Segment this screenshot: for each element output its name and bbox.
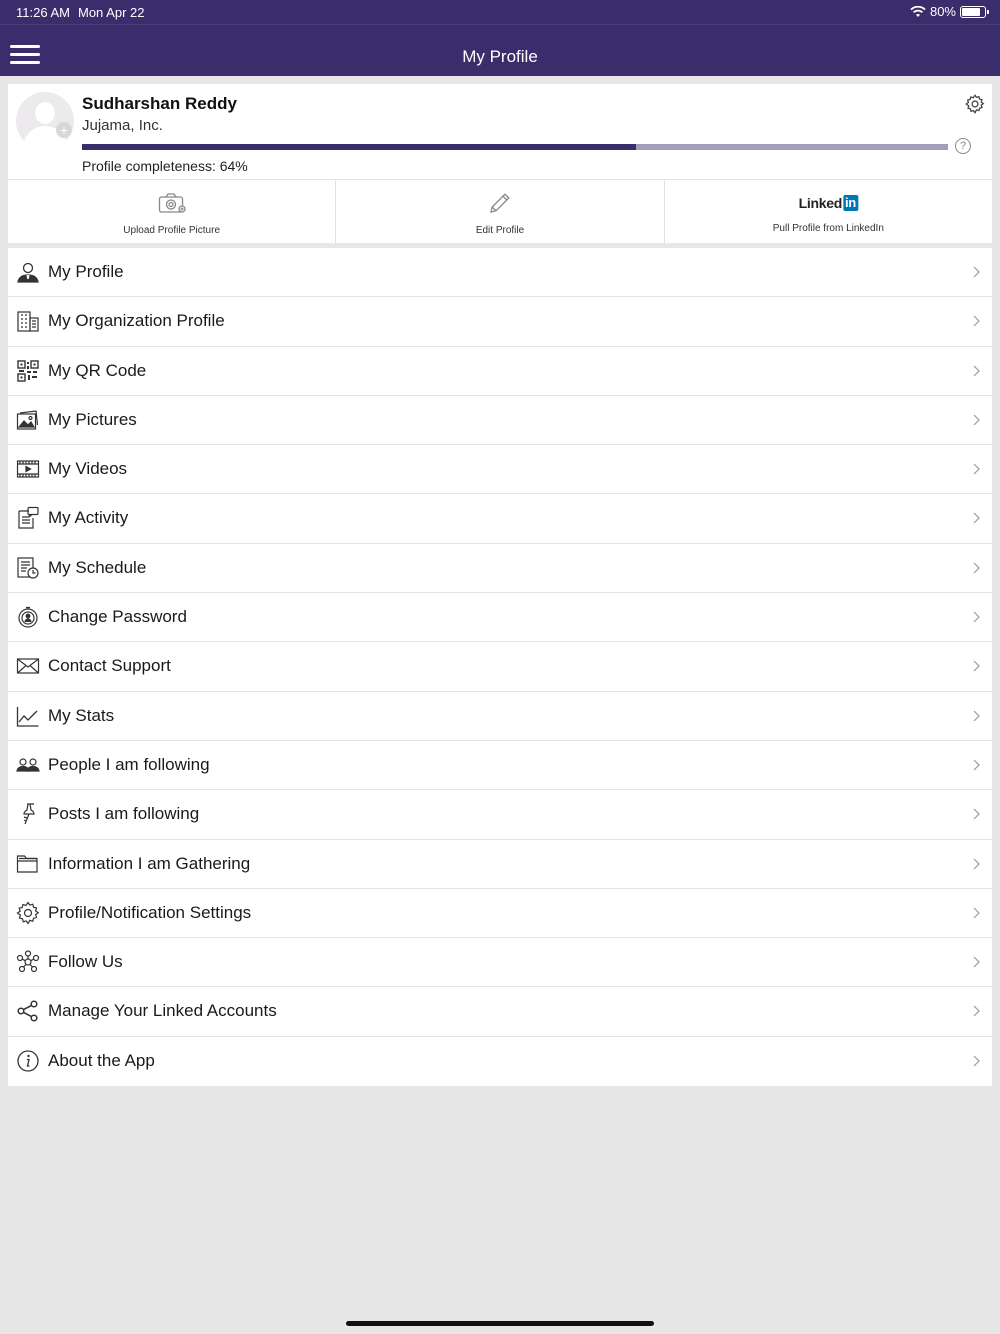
pin-icon <box>16 802 40 826</box>
menu-item-follow-us[interactable]: Follow Us <box>8 938 992 988</box>
folder-icon <box>16 852 40 876</box>
chevron-right-icon <box>973 808 980 820</box>
menu-item-my-stats[interactable]: My Stats <box>8 692 992 741</box>
chevron-right-icon <box>973 858 980 869</box>
upload-profile-picture-button[interactable]: Upload Profile Picture <box>8 180 337 243</box>
chevron-right-icon <box>973 1006 980 1017</box>
chevron-right-icon <box>973 611 980 623</box>
stats-icon <box>16 704 40 728</box>
nav-bar: My Profile <box>0 24 1000 76</box>
chevron-right-icon <box>973 956 980 968</box>
profile-menu-list: My Profile My Organization Profile My QR… <box>8 248 992 1087</box>
status-right: 80% <box>910 4 989 19</box>
share-icon <box>16 999 40 1023</box>
pencil-icon <box>488 190 512 216</box>
menu-item-change-password[interactable]: Change Password <box>8 593 992 643</box>
pictures-icon <box>16 408 40 432</box>
profile-progress-bar <box>82 144 948 150</box>
edit-profile-button[interactable]: Edit Profile <box>336 180 665 243</box>
linkedin-logo: Linked in <box>798 195 858 211</box>
chevron-right-icon <box>973 710 980 722</box>
menu-item-posts-following[interactable]: Posts I am following <box>8 790 992 840</box>
menu-item-my-schedule[interactable]: My Schedule <box>8 544 992 594</box>
avatar[interactable]: + <box>16 92 74 150</box>
menu-item-label: People I am following <box>48 754 210 774</box>
menu-item-label: My Stats <box>48 705 115 725</box>
add-photo-icon: + <box>56 122 72 138</box>
chevron-right-icon <box>973 414 980 426</box>
battery-icon <box>960 5 989 18</box>
status-bar: 11:26 AM Mon Apr 22 80% <box>0 0 1000 24</box>
envelope-icon <box>16 654 40 678</box>
chevron-right-icon <box>973 266 980 278</box>
camera-icon <box>158 190 186 216</box>
edit-profile-label: Edit Profile <box>475 225 525 236</box>
chevron-right-icon <box>973 660 980 672</box>
menu-item-label: Profile/Notification Settings <box>48 902 252 922</box>
menu-item-label: My Videos <box>48 459 128 479</box>
profile-completeness: Profile completeness: 64% <box>82 158 248 174</box>
home-indicator[interactable] <box>346 1321 654 1326</box>
people-icon <box>16 753 40 777</box>
menu-item-label: My Profile <box>48 262 124 281</box>
menu-item-my-qr-code[interactable]: My QR Code <box>8 347 992 396</box>
menu-item-label: My Organization Profile <box>48 311 225 331</box>
menu-item-my-videos[interactable]: My Videos <box>8 445 992 495</box>
menu-item-contact-support[interactable]: Contact Support <box>8 642 992 692</box>
chevron-right-icon <box>973 1055 980 1067</box>
status-date: Mon Apr 22 <box>78 5 145 20</box>
page-title: My Profile <box>462 47 538 66</box>
gear-icon[interactable] <box>964 93 986 115</box>
password-icon <box>16 605 40 629</box>
social-icon <box>16 950 40 974</box>
menu-item-information-gathering[interactable]: Information I am Gathering <box>8 840 992 889</box>
gear-icon <box>16 901 40 925</box>
chevron-right-icon <box>973 907 980 919</box>
menu-item-label: Contact Support <box>48 656 171 676</box>
menu-item-label: Information I am Gathering <box>48 853 251 873</box>
menu-item-linked-accounts[interactable]: Manage Your Linked Accounts <box>8 987 992 1037</box>
pull-linkedin-button[interactable]: Linked in Pull Profile from LinkedIn <box>665 180 992 243</box>
menu-item-label: Follow Us <box>48 952 123 972</box>
menu-item-label: My QR Code <box>48 360 147 380</box>
pull-linkedin-label: Pull Profile from LinkedIn <box>772 223 884 234</box>
chevron-right-icon <box>973 365 980 377</box>
battery-percent: 80% <box>929 4 956 19</box>
chevron-right-icon <box>973 463 980 475</box>
building-icon <box>16 309 40 333</box>
progress-fill <box>82 144 637 150</box>
wifi-icon <box>910 5 926 18</box>
profile-actions: Upload Profile Picture Edit Profile Link… <box>8 179 992 243</box>
info-icon <box>16 1049 40 1073</box>
person-icon <box>16 260 40 284</box>
schedule-icon <box>16 556 40 580</box>
menu-item-label: Manage Your Linked Accounts <box>48 1001 277 1021</box>
menu-item-notification-settings[interactable]: Profile/Notification Settings <box>8 889 992 939</box>
menu-item-people-following[interactable]: People I am following <box>8 741 992 791</box>
status-time: 11:26 AM <box>16 5 70 20</box>
menu-item-label: My Schedule <box>48 557 147 577</box>
menu-item-my-activity[interactable]: My Activity <box>8 494 992 544</box>
menu-item-my-organization-profile[interactable]: My Organization Profile <box>8 297 992 347</box>
video-icon <box>16 457 40 481</box>
menu-item-label: Change Password <box>48 607 187 627</box>
menu-item-label: About the App <box>48 1050 155 1070</box>
menu-item-my-pictures[interactable]: My Pictures <box>8 396 992 446</box>
help-icon[interactable]: ? <box>955 138 971 154</box>
chevron-right-icon <box>973 759 980 771</box>
menu-item-about-app[interactable]: About the App <box>8 1037 992 1086</box>
qr-code-icon <box>16 359 40 383</box>
chevron-right-icon <box>973 562 980 574</box>
menu-item-label: My Pictures <box>48 409 137 429</box>
menu-item-my-profile[interactable]: My Profile <box>8 248 992 298</box>
profile-card: + Sudharshan Reddy Jujama, Inc. ? Profil… <box>8 84 992 243</box>
profile-company: Jujama, Inc. <box>82 117 163 134</box>
menu-item-label: My Activity <box>48 508 129 528</box>
chevron-right-icon <box>973 315 980 327</box>
activity-icon <box>16 506 40 530</box>
chevron-right-icon <box>973 513 980 524</box>
menu-item-label: Posts I am following <box>48 804 200 824</box>
upload-profile-picture-label: Upload Profile Picture <box>123 225 221 236</box>
profile-name: Sudharshan Reddy <box>82 94 237 113</box>
